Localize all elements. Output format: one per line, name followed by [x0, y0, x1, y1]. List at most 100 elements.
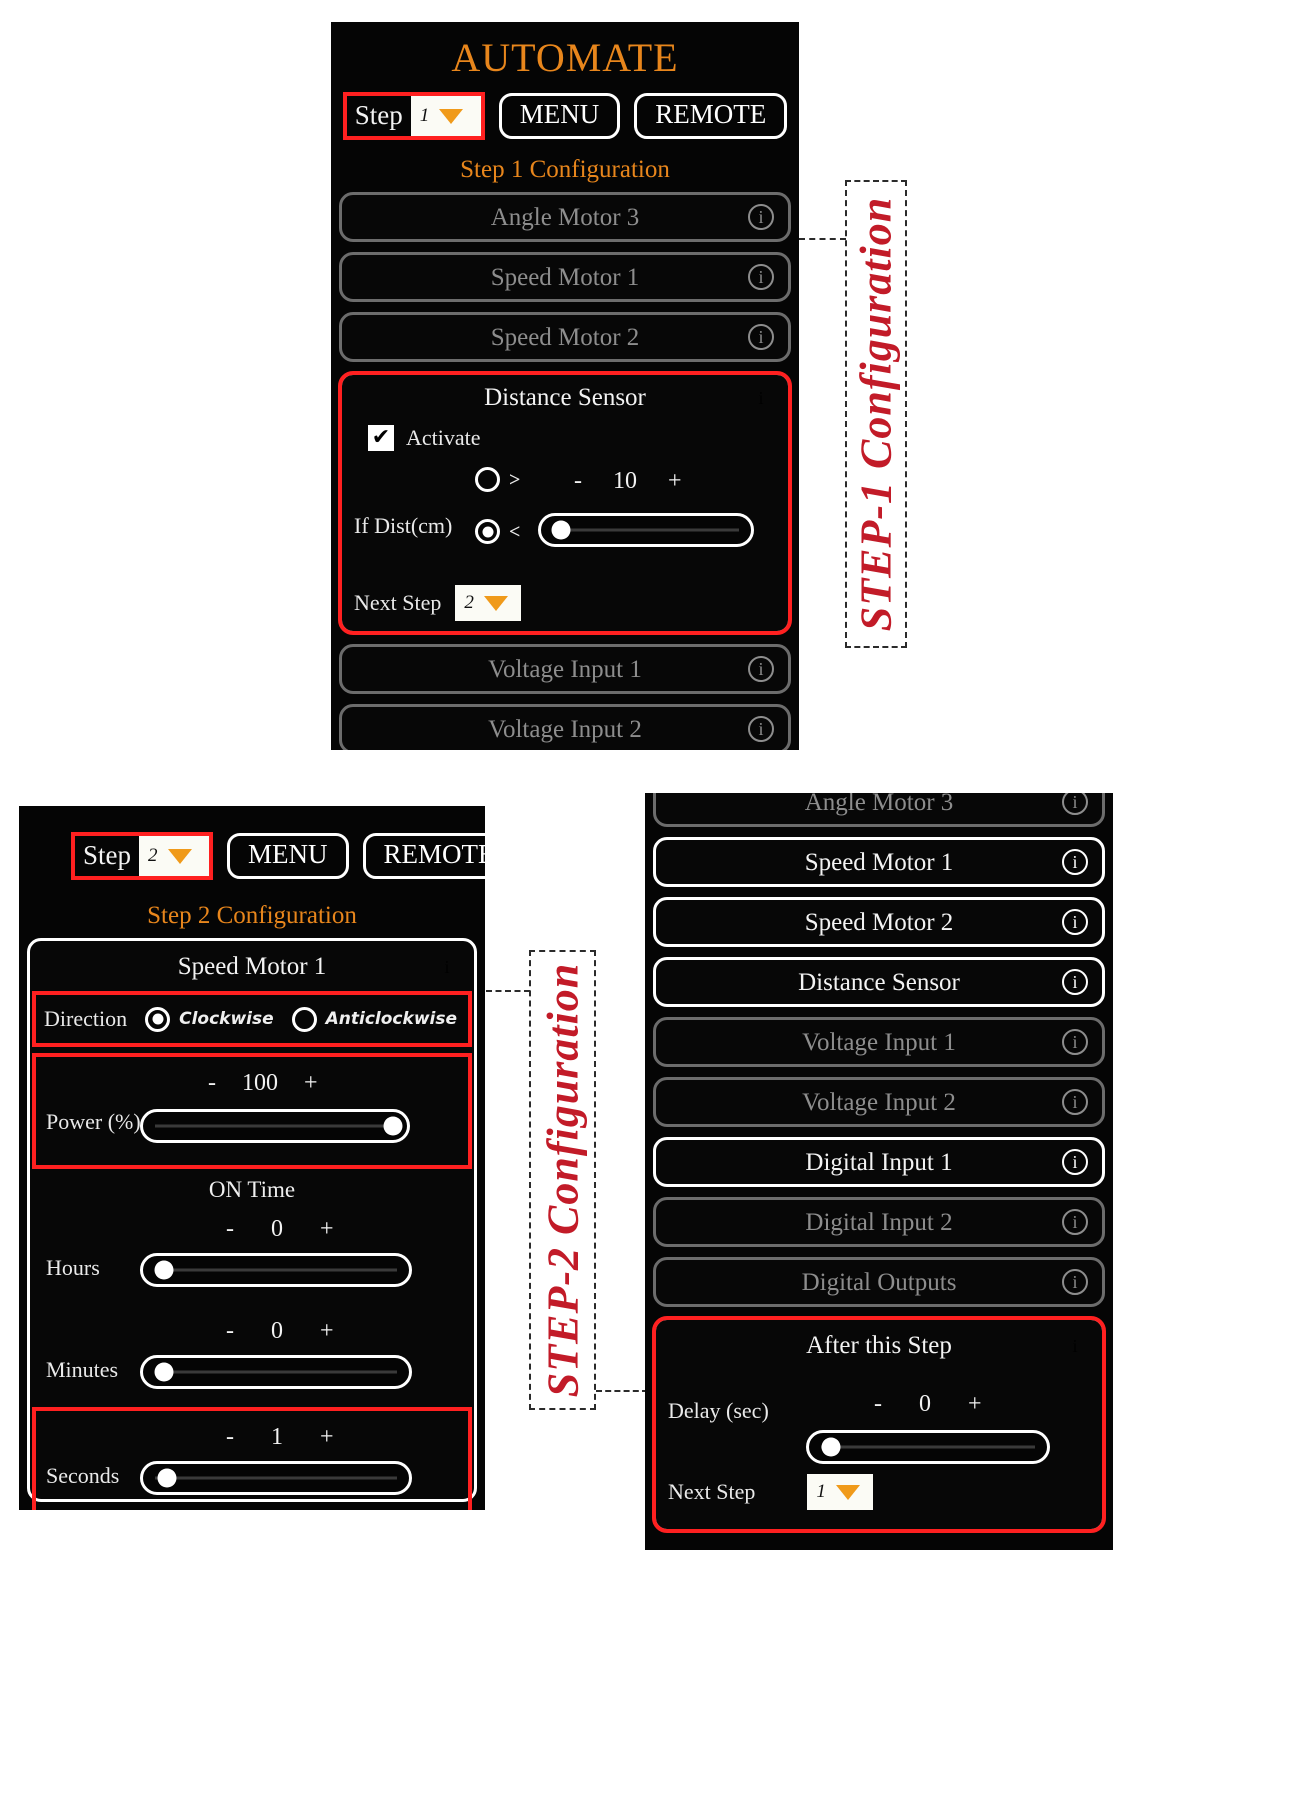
distance-sensor-header[interactable]: Distance Sensor i — [342, 375, 788, 421]
info-icon[interactable]: i — [748, 264, 774, 290]
distance-slider[interactable] — [538, 513, 754, 547]
info-icon[interactable]: i — [1062, 849, 1088, 875]
module-row-speed-motor-2[interactable]: Speed Motor 2 i — [653, 897, 1105, 947]
next-step-label: Next Step — [354, 590, 442, 615]
module-row-voltage-input-2[interactable]: Voltage Input 2 i — [339, 704, 791, 750]
speed-motor-1-header[interactable]: Speed Motor 1 i — [30, 941, 474, 993]
distance-stepper[interactable]: - 10 + — [574, 469, 682, 493]
top-toolbar-step2: Step 2 MENU REMOTE — [19, 832, 485, 880]
hours-minus-button[interactable]: - — [226, 1217, 234, 1241]
next-step-dropdown[interactable]: 1 — [807, 1474, 874, 1510]
seconds-plus-button[interactable]: + — [320, 1425, 334, 1449]
radio-less[interactable] — [475, 519, 500, 544]
module-row-speed-motor-1[interactable]: Speed Motor 1 i — [339, 252, 791, 302]
power-plus-button[interactable]: + — [304, 1071, 318, 1095]
info-icon[interactable]: i — [748, 324, 774, 350]
module-row-digital-outputs[interactable]: Digital Outputs i — [653, 1257, 1105, 1307]
direction-label: Direction — [44, 1006, 128, 1031]
info-icon[interactable]: i — [1062, 969, 1088, 995]
hours-plus-button[interactable]: + — [320, 1217, 334, 1241]
direction-option-anticlockwise[interactable]: Anticlockwise — [291, 1006, 457, 1032]
direction-row[interactable]: Direction Clockwise Anticlockwise — [32, 991, 472, 1047]
info-icon[interactable]: i — [1062, 1269, 1088, 1295]
direction-option-clockwise[interactable]: Clockwise — [145, 1006, 274, 1032]
seconds-block: Seconds - 1 + — [32, 1407, 472, 1510]
radio-anticlockwise[interactable] — [291, 1006, 317, 1032]
module-row-digital-input-1[interactable]: Digital Input 1 i — [653, 1137, 1105, 1187]
condition-greater-option[interactable]: > — [475, 467, 520, 492]
power-value: 100 — [242, 1070, 278, 1096]
module-label: Speed Motor 1 — [177, 953, 327, 980]
slider-knob[interactable] — [154, 1362, 174, 1382]
minutes-minus-button[interactable]: - — [226, 1319, 234, 1343]
power-stepper[interactable]: - 100 + — [208, 1071, 318, 1095]
delay-stepper[interactable]: - 0 + — [874, 1392, 982, 1416]
info-icon[interactable]: i — [1062, 793, 1088, 815]
after-this-step-header[interactable]: After this Step i — [656, 1320, 1102, 1372]
slider-knob[interactable] — [157, 1468, 177, 1488]
info-icon[interactable]: i — [748, 385, 774, 411]
power-minus-button[interactable]: - — [208, 1071, 216, 1095]
minutes-slider[interactable] — [140, 1355, 412, 1389]
slider-knob[interactable] — [821, 1437, 841, 1457]
seconds-minus-button[interactable]: - — [226, 1425, 234, 1449]
radio-clockwise[interactable] — [145, 1006, 171, 1032]
activate-row[interactable]: ✔ Activate — [342, 421, 788, 451]
step-selector[interactable]: Step 2 — [71, 832, 214, 880]
remote-button[interactable]: REMOTE — [362, 832, 485, 880]
activate-label: Activate — [406, 425, 481, 450]
delay-block: Delay (sec) - 0 + — [656, 1378, 1102, 1474]
info-icon[interactable]: i — [1062, 1149, 1088, 1175]
info-icon[interactable]: i — [1062, 1029, 1088, 1055]
module-label: Speed Motor 1 — [804, 848, 954, 876]
delay-slider[interactable] — [806, 1430, 1050, 1464]
menu-button[interactable]: MENU — [227, 832, 349, 880]
module-row-distance-sensor[interactable]: Distance Sensor i — [653, 957, 1105, 1007]
info-icon[interactable]: i — [1062, 1333, 1088, 1359]
minutes-stepper[interactable]: - 0 + — [226, 1319, 334, 1343]
app-title: AUTOMATE — [451, 35, 679, 80]
info-icon[interactable]: i — [748, 716, 774, 742]
seconds-stepper[interactable]: - 1 + — [226, 1425, 334, 1449]
minutes-plus-button[interactable]: + — [320, 1319, 334, 1343]
slider-track — [155, 1268, 397, 1272]
slider-knob[interactable] — [154, 1260, 174, 1280]
info-icon[interactable]: i — [1062, 1089, 1088, 1115]
module-row-speed-motor-1[interactable]: Speed Motor 1 i — [653, 837, 1105, 887]
step-dropdown[interactable]: 1 — [410, 96, 481, 136]
after-next-step-row[interactable]: Next Step 1 — [656, 1474, 1102, 1510]
distance-minus-button[interactable]: - — [574, 469, 582, 493]
module-row-speed-motor-2[interactable]: Speed Motor 2 i — [339, 312, 791, 362]
module-row-voltage-input-1[interactable]: Voltage Input 1 i — [653, 1017, 1105, 1067]
distance-plus-button[interactable]: + — [668, 469, 682, 493]
condition-less-option[interactable]: < — [475, 519, 520, 544]
remote-button[interactable]: REMOTE — [634, 92, 788, 140]
seconds-slider[interactable] — [140, 1461, 412, 1495]
hours-slider[interactable] — [140, 1253, 412, 1287]
module-row-voltage-input-1[interactable]: Voltage Input 1 i — [339, 644, 791, 694]
hours-stepper[interactable]: - 0 + — [226, 1217, 334, 1241]
delay-plus-button[interactable]: + — [968, 1392, 982, 1416]
step-selector-label: Step — [354, 99, 403, 130]
info-icon[interactable]: i — [1062, 1209, 1088, 1235]
info-icon[interactable]: i — [748, 656, 774, 682]
info-icon[interactable]: i — [748, 204, 774, 230]
module-row-digital-input-2[interactable]: Digital Input 2 i — [653, 1197, 1105, 1247]
device-panel-step2-left: Step 2 MENU REMOTE Step 2 Configuration … — [19, 806, 485, 1510]
condition-greater-label: > — [509, 468, 521, 491]
slider-knob[interactable] — [383, 1116, 403, 1136]
radio-greater[interactable] — [475, 467, 500, 492]
module-row-voltage-input-2[interactable]: Voltage Input 2 i — [653, 1077, 1105, 1127]
power-slider[interactable] — [140, 1109, 410, 1143]
delay-minus-button[interactable]: - — [874, 1392, 882, 1416]
step-selector[interactable]: Step 1 — [342, 92, 485, 140]
info-icon[interactable]: i — [1062, 909, 1088, 935]
step-dropdown[interactable]: 2 — [139, 836, 210, 876]
module-row-angle-motor-3[interactable]: Angle Motor 3 i — [653, 793, 1105, 827]
annotation-step1-label: STEP-1 Configuration — [851, 196, 901, 632]
slider-knob[interactable] — [551, 520, 571, 540]
module-row-angle-motor-3[interactable]: Angle Motor 3 i — [339, 192, 791, 242]
info-icon[interactable]: i — [434, 954, 460, 980]
menu-button[interactable]: MENU — [498, 92, 621, 140]
activate-checkbox[interactable]: ✔ — [368, 425, 394, 451]
